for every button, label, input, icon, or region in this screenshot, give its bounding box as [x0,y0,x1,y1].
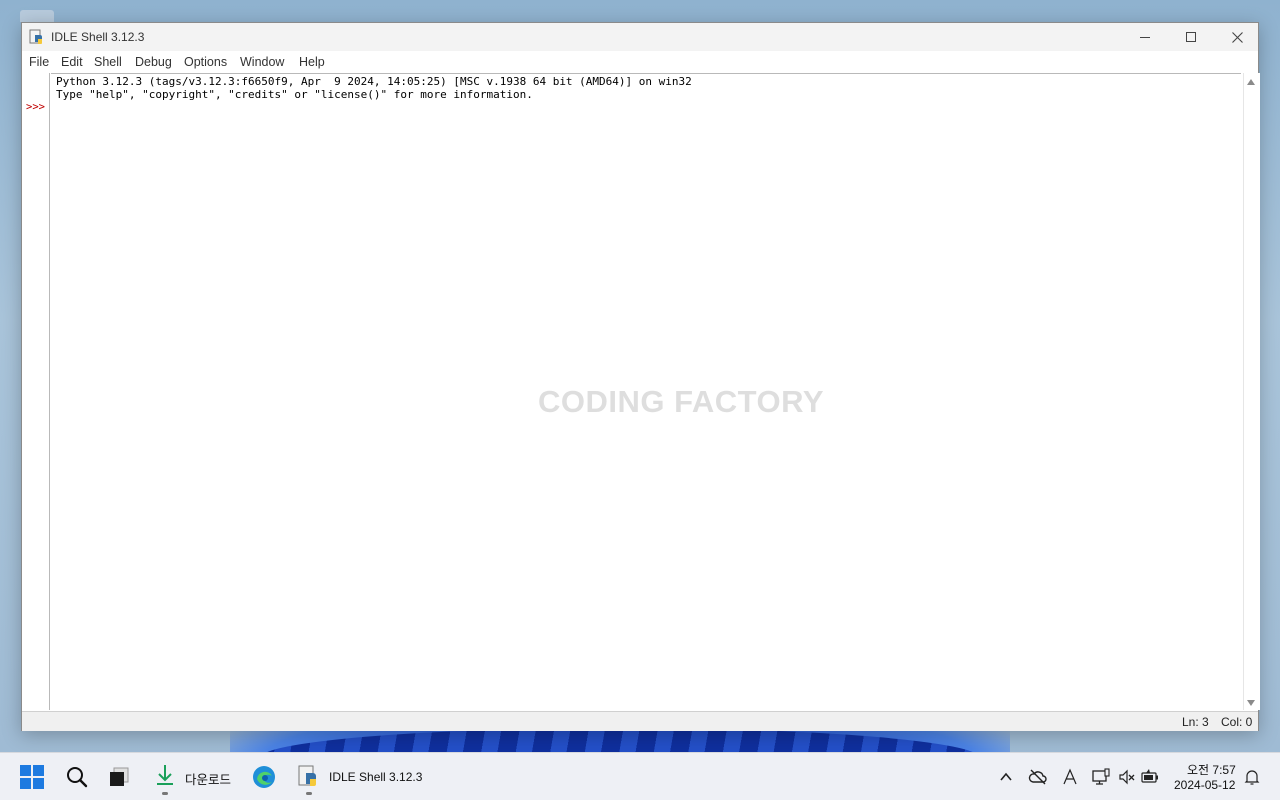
search-icon[interactable] [65,765,89,789]
taskbar-idle-label[interactable]: IDLE Shell 3.12.3 [329,770,422,784]
minimize-icon [1140,36,1150,38]
menu-bar: File Edit Shell Debug Options Window Hel… [22,51,1258,73]
clock-time[interactable]: 오전 7:57 [1187,761,1236,778]
shell-editor[interactable]: >>> Python 3.12.3 (tags/v3.12.3:f6650f9,… [22,73,1260,710]
chevron-up-icon[interactable] [996,767,1016,787]
volume-mute-icon[interactable] [1117,767,1137,787]
maximize-icon [1186,32,1196,42]
watermark: CODING FACTORY [538,384,825,419]
menu-options[interactable]: Options [184,55,227,69]
menu-help[interactable]: Help [299,55,325,69]
status-column: Col: 0 [1221,715,1253,729]
shell-prompt: >>> [26,101,45,113]
menu-debug[interactable]: Debug [135,55,172,69]
edge-icon[interactable] [252,765,276,789]
battery-icon[interactable] [1140,767,1160,787]
menu-edit[interactable]: Edit [61,55,83,69]
menu-window[interactable]: Window [240,55,284,69]
desktop-icon[interactable] [20,10,54,22]
python-icon [29,29,42,44]
menu-file[interactable]: File [29,55,49,69]
close-button[interactable] [1214,23,1260,51]
maximize-button[interactable] [1168,23,1214,51]
menu-shell[interactable]: Shell [94,55,122,69]
python-icon[interactable] [297,764,321,788]
minimize-button[interactable] [1122,23,1168,51]
status-line: Ln: 3 [1182,715,1209,729]
vertical-scrollbar[interactable] [1243,73,1259,710]
start-icon[interactable] [20,765,44,789]
taskbar: 다운로드 IDLE Shell 3.12.3 오전 7:57 2024-05-1… [0,752,1280,800]
font-icon[interactable] [1060,767,1080,787]
clock-date[interactable]: 2024-05-12 [1174,778,1235,792]
status-bar: Ln: 3 Col: 0 [22,711,1258,731]
active-indicator [162,792,168,795]
close-icon [1231,31,1243,43]
window-title: IDLE Shell 3.12.3 [51,30,145,44]
cloud-off-icon[interactable] [1028,767,1048,787]
network-icon[interactable] [1091,767,1111,787]
banner-line: Type "help", "copyright", "credits" or "… [56,88,533,101]
download-folder-label[interactable]: 다운로드 [185,769,231,788]
title-bar[interactable]: IDLE Shell 3.12.3 [22,23,1258,51]
task-view-icon[interactable] [108,765,132,789]
notification-bell-icon[interactable] [1242,767,1262,787]
banner-line: Python 3.12.3 (tags/v3.12.3:f6650f9, Apr… [56,75,692,88]
download-icon[interactable] [153,763,177,787]
shell-text-area[interactable]: Python 3.12.3 (tags/v3.12.3:f6650f9, Apr… [51,73,1241,710]
scroll-up-icon[interactable] [1247,79,1255,85]
prompt-gutter: >>> [22,73,50,710]
scroll-down-icon[interactable] [1247,700,1255,706]
active-indicator [306,792,312,795]
idle-shell-window: IDLE Shell 3.12.3 File Edit Shell Debug … [21,22,1260,731]
